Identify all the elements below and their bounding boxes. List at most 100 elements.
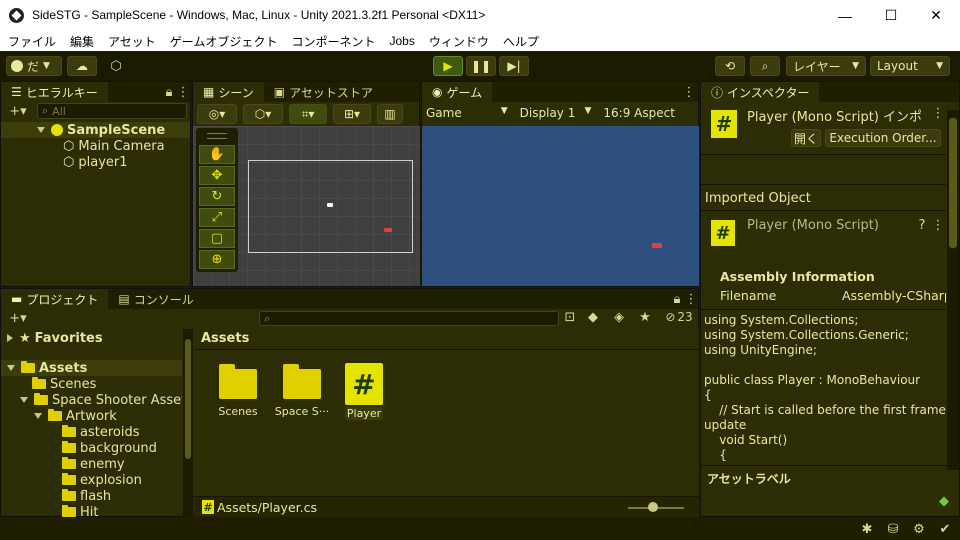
pause-button[interactable]: ❚❚: [466, 56, 496, 76]
tree-item-flash[interactable]: flash: [62, 488, 111, 504]
create-asset-button[interactable]: +▾: [5, 310, 31, 327]
tab-asset-store[interactable]: ▣ アセットストア: [264, 82, 383, 102]
tab-console[interactable]: ▤ コンソール: [108, 289, 203, 309]
tree-item-scenes[interactable]: Scenes: [32, 376, 96, 392]
zoom-slider-thumb[interactable]: [648, 502, 658, 512]
tree-item-background[interactable]: background: [62, 440, 157, 456]
tree-item-enemy[interactable]: enemy: [62, 456, 125, 472]
tab-game[interactable]: ◉ ゲーム: [422, 82, 493, 102]
lock-icon[interactable]: 🔒︎: [670, 289, 684, 309]
display-dropdown[interactable]: Display 1 ▼: [516, 106, 596, 120]
tab-hierarchy[interactable]: ☰ ヒエラルキー: [1, 82, 108, 102]
scale-tool-icon[interactable]: ⤢: [199, 208, 235, 227]
tree-item-explosion[interactable]: explosion: [62, 472, 142, 488]
more-icon[interactable]: ⋮: [684, 289, 698, 309]
aspect-dropdown[interactable]: 16:9 Aspect: [599, 106, 699, 120]
hierarchy-item-main-camera[interactable]: ⬡ Main Camera: [63, 138, 165, 154]
maximize-button[interactable]: ☐: [868, 0, 914, 31]
hand-tool-icon[interactable]: ✋: [199, 145, 235, 164]
snap-dropdown[interactable]: ⊞▾: [333, 104, 371, 124]
rect-tool-icon[interactable]: ▢: [199, 229, 235, 248]
hidden-packages-toggle[interactable]: ⊘ 23: [663, 310, 695, 324]
transform-tool-icon[interactable]: ⊕: [199, 250, 235, 269]
layout-dropdown[interactable]: Layout ▼: [870, 56, 950, 76]
filter-type-icon[interactable]: ◆: [585, 310, 601, 325]
tree-item-asteroids[interactable]: asteroids: [62, 424, 139, 440]
tab-scene[interactable]: ▦ シーン: [193, 82, 264, 102]
cube-icon: ⬡▾: [254, 107, 272, 121]
collab-icon[interactable]: ⬡: [106, 56, 126, 76]
lock-icon[interactable]: 🔒︎: [162, 82, 176, 102]
step-button[interactable]: ▶|: [499, 56, 529, 76]
tree-item-space-shooter-assets[interactable]: Space Shooter Assets: [20, 392, 182, 408]
scene-row[interactable]: SampleScene: [1, 122, 190, 138]
scrollbar-thumb[interactable]: [949, 118, 957, 248]
search-by-type-icon[interactable]: ⊡: [563, 310, 577, 325]
more-icon[interactable]: ⋮: [931, 218, 945, 233]
history-button[interactable]: ⟲: [715, 56, 745, 76]
search-button[interactable]: ⌕: [750, 56, 780, 76]
menu-window[interactable]: ウィンドウ: [429, 33, 489, 50]
menu-edit[interactable]: 編集: [70, 33, 94, 50]
project-search-field[interactable]: ⌕: [259, 311, 559, 326]
menu-file[interactable]: ファイル: [8, 33, 56, 50]
divider: [701, 154, 946, 155]
more-icon[interactable]: ⋮: [680, 82, 698, 102]
tree-label: asteroids: [80, 424, 140, 440]
player-sprite[interactable]: [327, 203, 333, 207]
tab-project[interactable]: ▬ プロジェクト: [1, 289, 109, 309]
rotate-tool-icon[interactable]: ↻: [199, 187, 235, 206]
menu-help[interactable]: ヘルプ: [503, 33, 539, 50]
menu-gameobject[interactable]: ゲームオブジェクト: [170, 33, 278, 50]
grid-item-space-shooter[interactable]: Space S···: [274, 364, 330, 418]
open-button[interactable]: 開く: [791, 129, 821, 147]
tree-item-hit[interactable]: Hit: [62, 504, 98, 517]
play-icon: ▶: [443, 59, 453, 73]
hierarchy-item-player1[interactable]: ⬡ player1: [63, 154, 128, 170]
scene-viewport[interactable]: ✋ ✥ ↻ ⤢ ▢ ⊕: [193, 126, 420, 286]
execution-order-button[interactable]: Execution Order...: [825, 129, 941, 147]
menu-assets[interactable]: アセット: [108, 33, 156, 50]
grid-dropdown[interactable]: ▥: [377, 104, 403, 124]
gizmo-dropdown[interactable]: ⬡▾: [243, 104, 283, 124]
menu-jobs[interactable]: Jobs: [389, 34, 414, 48]
favorites-row[interactable]: ★ Favorites: [7, 330, 103, 346]
hierarchy-search-field[interactable]: ⌕ All: [37, 103, 187, 119]
scene-tabbar: ▦ シーン ▣ アセットストア: [193, 82, 419, 102]
more-icon[interactable]: ⋮: [931, 106, 945, 121]
layers-dropdown[interactable]: レイヤー ▼: [786, 56, 866, 76]
display-mode-dropdown[interactable]: Game ▼: [422, 106, 512, 120]
move-tool-icon[interactable]: ✥: [199, 166, 235, 185]
more-icon[interactable]: ⋮: [176, 82, 190, 102]
progress-icon[interactable]: ⚙: [910, 521, 928, 537]
tree-scrollbar[interactable]: [183, 329, 193, 517]
label-filter-icon[interactable]: ◈: [611, 310, 627, 325]
play-button[interactable]: ▶: [433, 56, 463, 76]
check-icon[interactable]: ✔: [936, 521, 954, 537]
menu-component[interactable]: コンポーネント: [291, 33, 375, 50]
tree-item-artwork[interactable]: Artwork: [34, 408, 117, 424]
account-dropdown[interactable]: だ ▼: [6, 56, 62, 76]
assets-breadcrumb[interactable]: Assets: [201, 331, 249, 346]
scrollbar-thumb[interactable]: [185, 339, 191, 459]
close-button[interactable]: ✕: [913, 0, 959, 31]
tag-icon[interactable]: ◆: [937, 494, 951, 509]
assets-row[interactable]: Assets: [1, 360, 182, 376]
2d-toggle[interactable]: ⌗▾: [289, 104, 327, 124]
inspector-scrollbar[interactable]: [947, 110, 959, 470]
favorite-icon[interactable]: ★: [637, 310, 653, 325]
folder-icon: [219, 364, 257, 399]
help-icon[interactable]: ?: [915, 218, 929, 233]
minimize-button[interactable]: —: [822, 0, 868, 31]
add-object-button[interactable]: +▾: [5, 103, 31, 120]
enemy-sprite[interactable]: [384, 228, 392, 232]
draw-mode-dropdown[interactable]: ◎▾: [197, 104, 237, 124]
cloud-button[interactable]: ☁: [67, 56, 97, 76]
bug-icon[interactable]: ✱: [858, 521, 876, 537]
grid-item-player[interactable]: # Player: [340, 363, 388, 420]
cache-server-icon[interactable]: ⛁: [884, 521, 902, 537]
cloud-icon: ☁: [76, 59, 88, 73]
grid-item-scenes[interactable]: Scenes: [210, 364, 266, 418]
game-viewport[interactable]: [422, 126, 699, 286]
tab-inspector[interactable]: ⓘ インスペクター: [701, 82, 820, 102]
